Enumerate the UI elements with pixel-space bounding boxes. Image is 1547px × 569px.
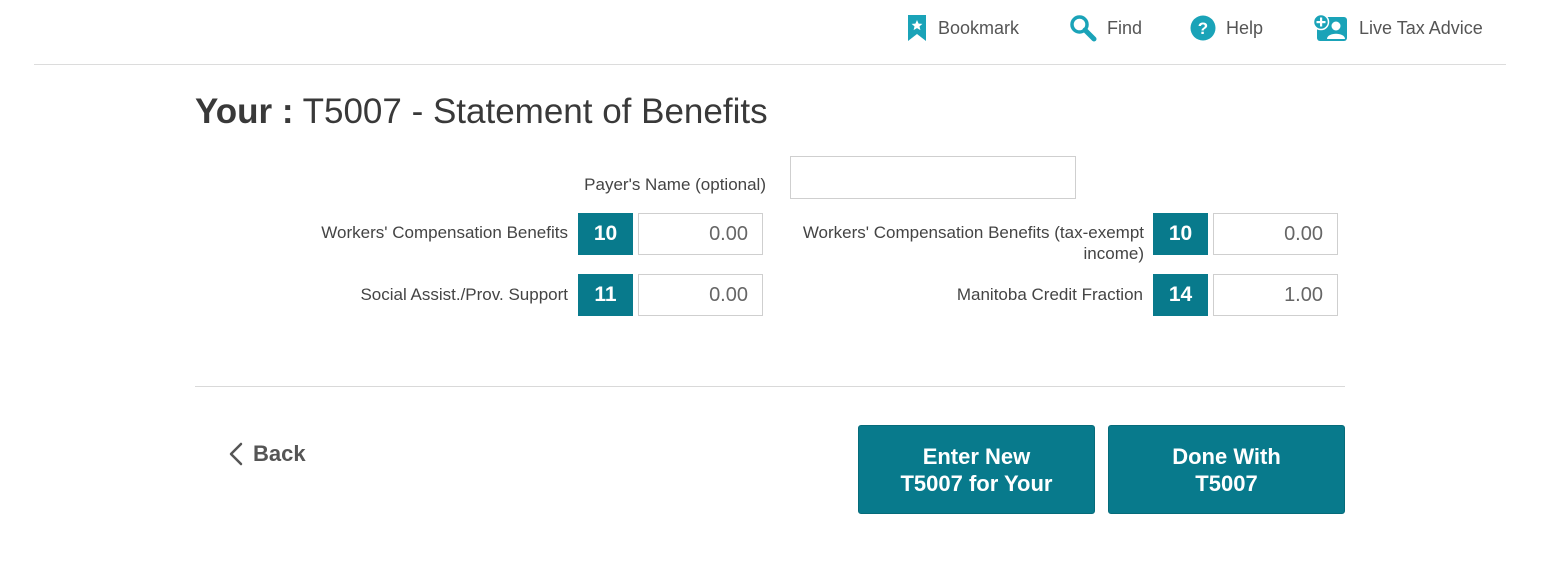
help-icon: ? <box>1190 15 1216 41</box>
live-advice-icon <box>1313 14 1349 42</box>
workers-comp-exempt-label-line2: income) <box>1083 244 1144 263</box>
enter-new-label-line2: T5007 for Your <box>900 470 1053 496</box>
enter-new-t5007-label: Enter New T5007 for Your <box>900 443 1052 497</box>
live-tax-advice-button[interactable]: Live Tax Advice <box>1313 12 1483 44</box>
help-label: Help <box>1226 17 1264 38</box>
enter-new-label-line1: Enter New <box>922 443 1031 469</box>
bookmark-label: Bookmark <box>938 17 1020 38</box>
chevron-left-icon <box>229 442 243 466</box>
done-with-t5007-button[interactable]: Done With T5007 <box>1108 425 1345 514</box>
workers-comp-box-number: 10 <box>578 213 633 255</box>
social-assist-input[interactable] <box>638 274 763 316</box>
top-toolbar: Bookmark Find ? Help Live Tax Advice <box>0 0 1547 56</box>
find-button[interactable]: Find <box>1069 12 1142 44</box>
bookmark-icon <box>906 14 928 42</box>
workers-comp-input[interactable] <box>638 213 763 255</box>
back-label: Back <box>253 441 306 466</box>
page-title-text: T5007 - Statement of Benefits <box>302 92 768 131</box>
done-with-t5007-label: Done With T5007 <box>1172 443 1281 497</box>
page-title-prefix: Your : <box>195 92 294 131</box>
find-label: Find <box>1107 17 1143 38</box>
manitoba-credit-input[interactable] <box>1213 274 1338 316</box>
page-title: Your : T5007 - Statement of Benefits <box>195 92 768 132</box>
workers-comp-label: Workers' Compensation Benefits <box>321 223 568 242</box>
done-label-line1: Done With <box>1172 443 1281 469</box>
payer-name-input[interactable] <box>790 156 1076 199</box>
search-icon <box>1069 14 1097 42</box>
workers-comp-exempt-box-number: 10 <box>1153 213 1208 255</box>
form-divider <box>195 386 1345 387</box>
manitoba-credit-label: Manitoba Credit Fraction <box>956 285 1143 304</box>
workers-comp-exempt-label: Workers' Compensation Benefits (tax-exem… <box>770 222 1144 264</box>
live-tax-advice-label: Live Tax Advice <box>1359 17 1483 38</box>
manitoba-credit-box-number: 14 <box>1153 274 1208 316</box>
payer-name-label: Payer's Name (optional) <box>584 175 766 194</box>
enter-new-t5007-button[interactable]: Enter New T5007 for Your <box>858 425 1095 514</box>
bookmark-button[interactable]: Bookmark <box>906 12 1019 44</box>
svg-text:?: ? <box>1198 19 1208 38</box>
social-assist-box-number: 11 <box>578 274 633 316</box>
help-button[interactable]: ? Help <box>1190 12 1263 44</box>
workers-comp-exempt-label-line1: Workers' Compensation Benefits (tax-exem… <box>802 223 1144 242</box>
workers-comp-exempt-input[interactable] <box>1213 213 1338 255</box>
page: Bookmark Find ? Help Live Tax Advice You… <box>0 0 1547 569</box>
toolbar-divider <box>34 64 1506 65</box>
done-label-line2: T5007 <box>1195 470 1258 496</box>
social-assist-label: Social Assist./Prov. Support <box>360 285 568 304</box>
back-button[interactable]: Back <box>229 441 306 467</box>
